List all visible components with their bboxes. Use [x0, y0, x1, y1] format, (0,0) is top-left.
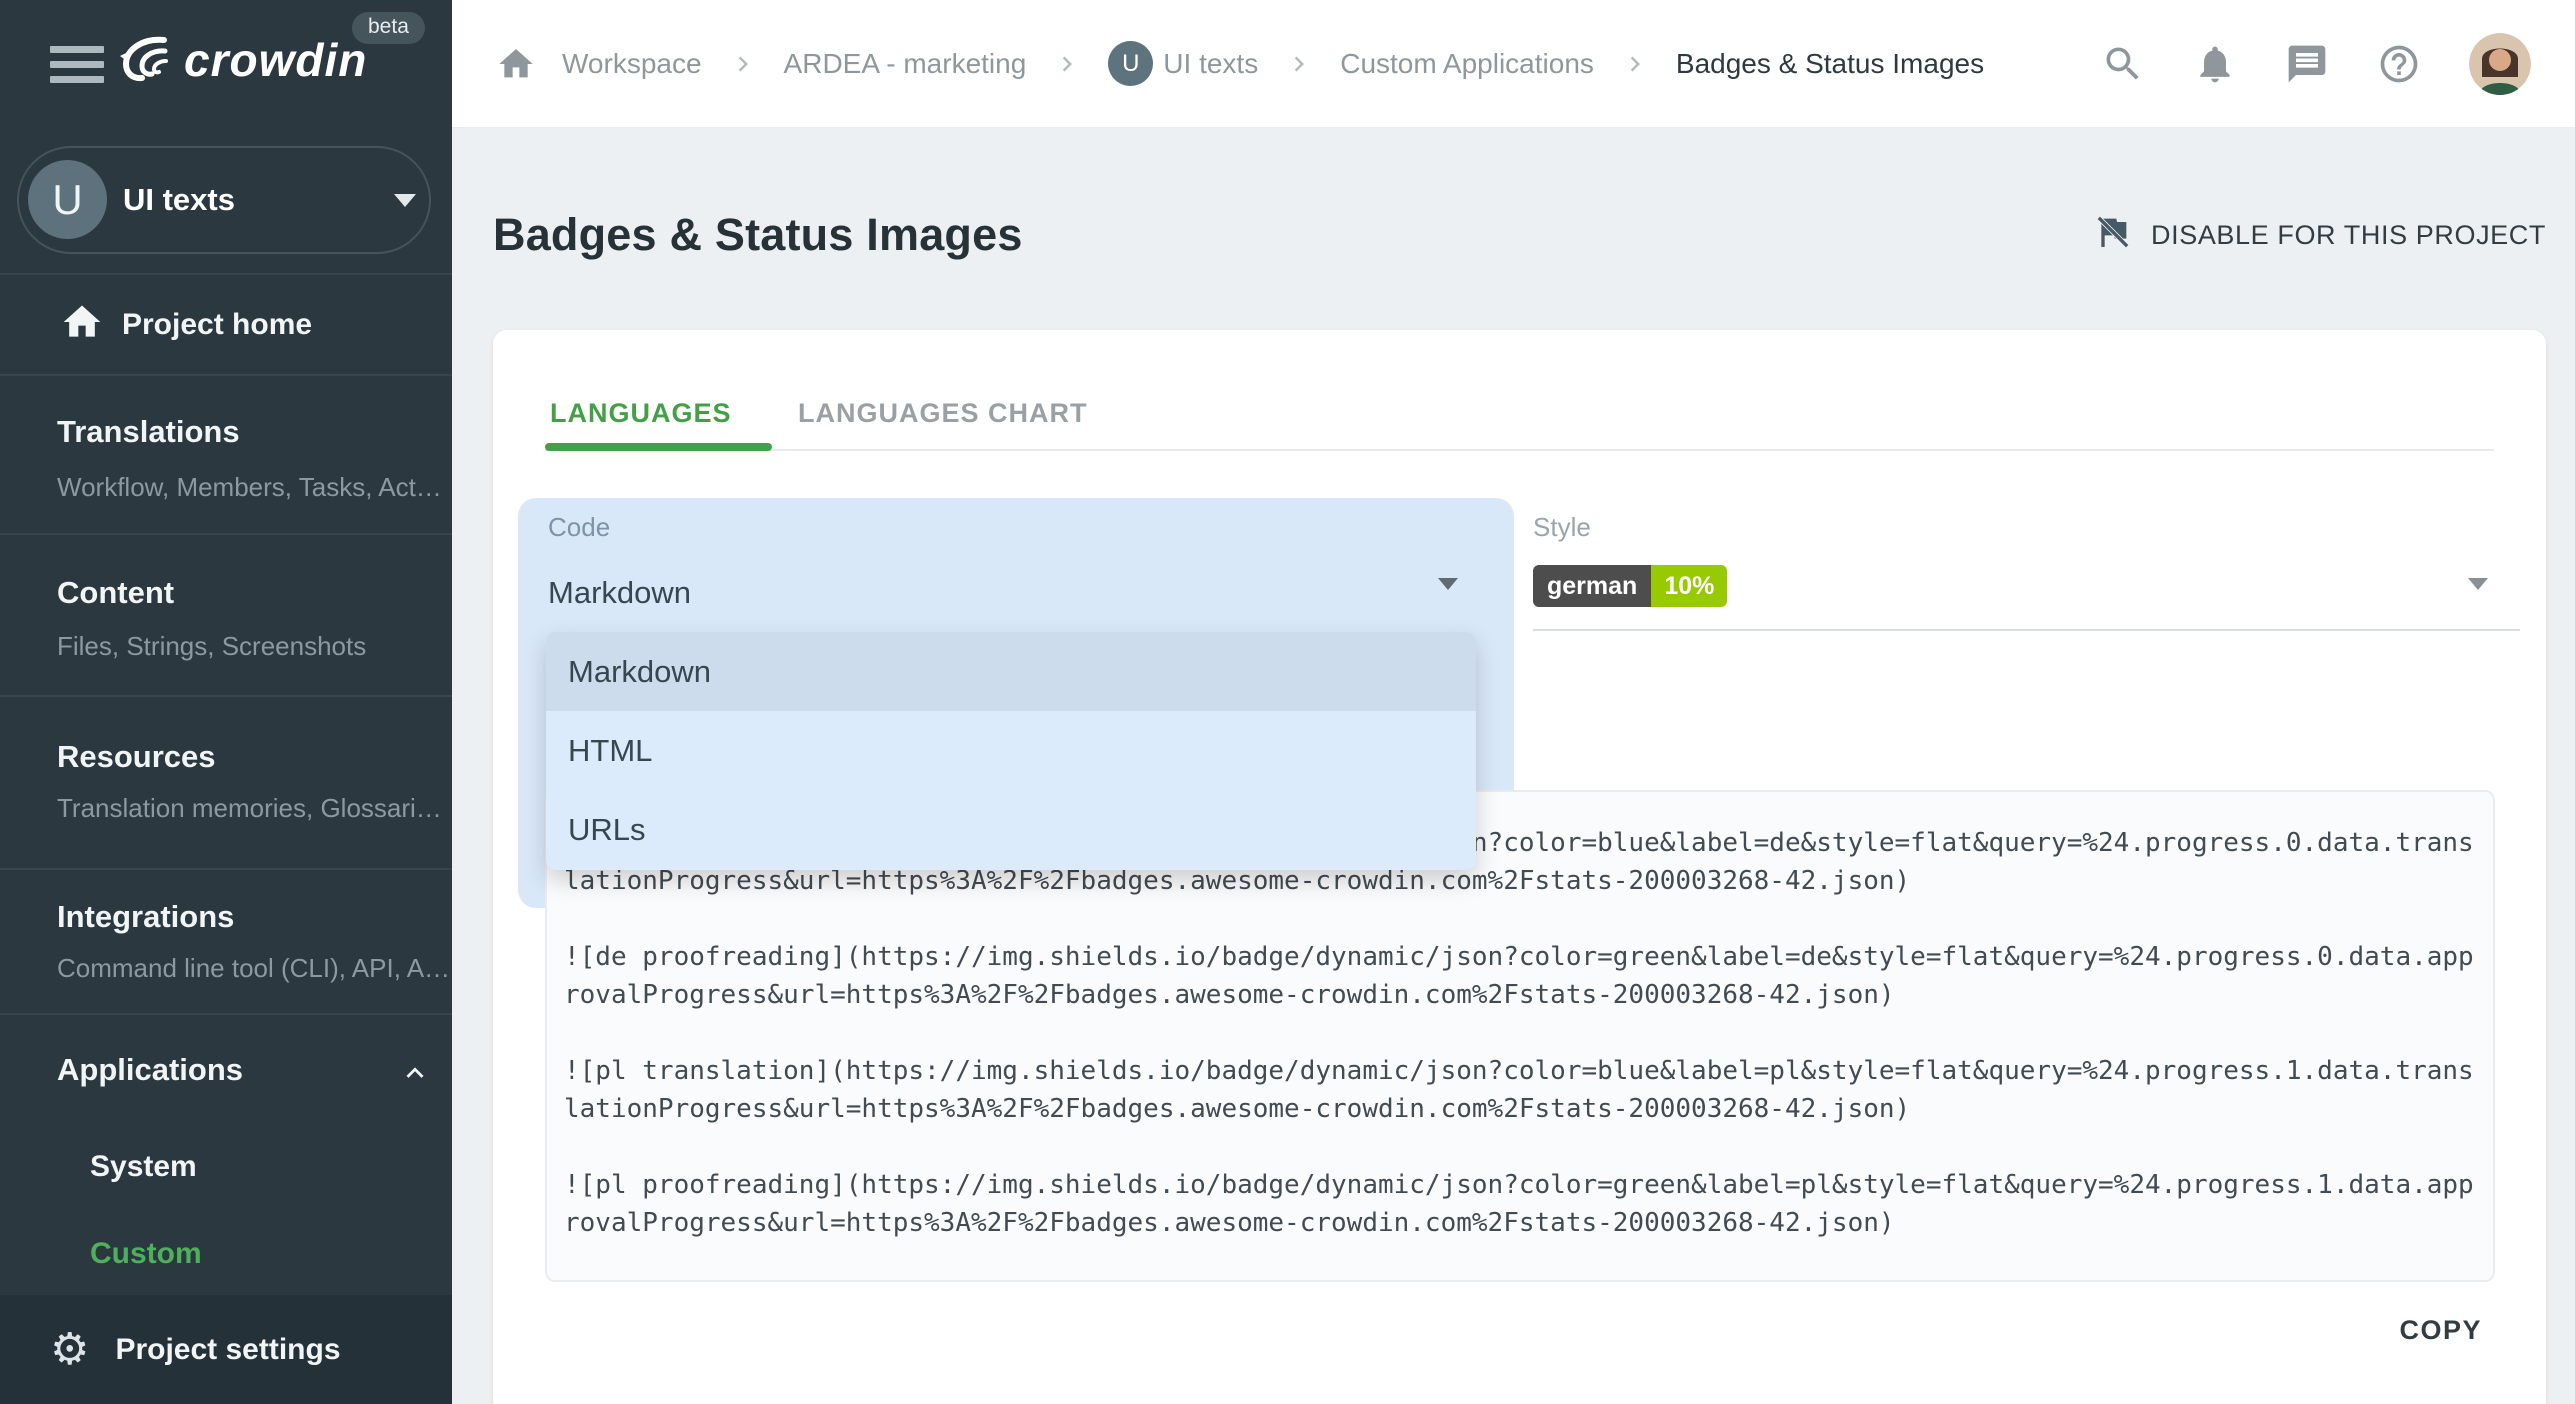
style-select[interactable]: Style [1533, 512, 1591, 543]
code-snippet: ![pl proofreading](https://img.shields.i… [564, 1166, 2493, 1242]
sidebar: crowdin beta U UI texts Project home Tra… [0, 0, 452, 1404]
sidebar-item-project-settings[interactable]: ⚙ Project settings [0, 1295, 452, 1404]
badge-language-label: german [1533, 565, 1651, 607]
section-subtitle: Workflow, Members, Tasks, Act… [57, 472, 442, 503]
breadcrumb: Workspace ARDEA - marketing U UI texts C… [496, 41, 2101, 86]
style-select-caret-icon[interactable] [2468, 578, 2488, 590]
code-snippet: ![de proofreading](https://img.shields.i… [564, 938, 2493, 1014]
section-title: Integrations [57, 899, 234, 935]
beta-badge: beta [352, 12, 425, 44]
sidebar-divider [0, 1013, 452, 1015]
tab-languages[interactable]: LANGUAGES [550, 398, 732, 429]
tabs-divider [545, 449, 2494, 451]
hamburger-menu-icon[interactable] [50, 46, 104, 84]
badges-card: LANGUAGES LANGUAGES CHART Code Markdown … [493, 330, 2546, 1404]
section-title: Resources [57, 739, 216, 775]
gear-icon: ⚙ [50, 1328, 89, 1372]
crowdin-logo[interactable]: crowdin [112, 26, 367, 93]
sidebar-item-label: Project home [122, 308, 312, 342]
project-avatar: U [28, 160, 107, 239]
section-subtitle: Files, Strings, Screenshots [57, 631, 366, 662]
style-badge-preview: german 10% [1533, 565, 1727, 607]
sidebar-item-integrations[interactable] [0, 870, 452, 1013]
messages-chat-icon[interactable] [2285, 42, 2329, 86]
disable-for-project-button[interactable]: DISABLE FOR THIS PROJECT [2093, 212, 2546, 259]
home-icon [60, 300, 104, 349]
dropdown-option-urls[interactable]: URLs [546, 790, 1476, 869]
code-line: ![de proofreading](https://img.shields.i… [564, 938, 2493, 976]
crowdin-logo-mark-icon [112, 26, 174, 93]
page-title: Badges & Status Images [493, 209, 1023, 261]
section-title: Applications [57, 1052, 243, 1088]
code-select-dropdown-menu: Markdown HTML URLs [546, 632, 1476, 870]
code-line: ![pl translation](https://img.shields.io… [564, 1052, 2493, 1090]
project-switcher-caret-icon [394, 194, 416, 207]
top-header: Workspace ARDEA - marketing U UI texts C… [452, 0, 2575, 128]
page-head: Badges & Status Images DISABLE FOR THIS … [493, 170, 2546, 300]
chevron-right-icon [1284, 49, 1314, 79]
breadcrumb-item-project[interactable]: ARDEA - marketing [784, 48, 1027, 80]
flag-off-icon [2093, 212, 2133, 259]
section-title: Translations [57, 414, 240, 450]
breadcrumb-item-current: Badges & Status Images [1676, 48, 1984, 80]
code-select-label: Code [548, 512, 691, 543]
chevron-up-icon [398, 1056, 432, 1095]
project-avatar: U [1108, 41, 1153, 86]
project-name: UI texts [123, 146, 235, 254]
code-select-value: Markdown [548, 575, 691, 611]
sidebar-item-label: Project settings [115, 1333, 340, 1367]
code-select[interactable]: Code Markdown [548, 512, 691, 611]
code-line: rovalProgress&url=https%3A%2F%2Fbadges.a… [564, 976, 2493, 1014]
user-avatar[interactable] [2469, 33, 2531, 95]
code-line: rovalProgress&url=https%3A%2F%2Fbadges.a… [564, 1204, 2493, 1242]
breadcrumb-item-workspace[interactable]: Workspace [562, 48, 702, 80]
breadcrumb-item-label: UI texts [1163, 48, 1258, 80]
chevron-right-icon [1052, 49, 1082, 79]
sidebar-item-content[interactable] [0, 535, 452, 695]
chevron-right-icon [1620, 49, 1650, 79]
notifications-bell-icon[interactable] [2193, 42, 2237, 86]
search-icon[interactable] [2101, 42, 2145, 86]
code-line: ![pl proofreading](https://img.shields.i… [564, 1166, 2493, 1204]
sidebar-item-system[interactable]: System [90, 1150, 197, 1184]
section-title: Content [57, 575, 174, 611]
code-line: lationProgress&url=https%3A%2F%2Fbadges.… [564, 1090, 2493, 1128]
style-select-label: Style [1533, 512, 1591, 543]
section-subtitle: Command line tool (CLI), API, A… [57, 953, 450, 984]
style-select-underline [1533, 629, 2520, 631]
badge-progress-value: 10% [1651, 565, 1727, 607]
sidebar-item-custom[interactable]: Custom [90, 1237, 202, 1271]
chevron-right-icon [728, 49, 758, 79]
section-subtitle: Translation memories, Glossari… [57, 793, 442, 824]
code-select-caret-icon[interactable] [1438, 578, 1458, 590]
active-tab-indicator [545, 443, 772, 451]
code-snippet: ![pl translation](https://img.shields.io… [564, 1052, 2493, 1128]
breadcrumb-item-ui-texts[interactable]: U UI texts [1108, 41, 1258, 86]
copy-button[interactable]: COPY [2399, 1315, 2482, 1346]
dropdown-option-markdown[interactable]: Markdown [546, 632, 1476, 711]
sidebar-item-resources[interactable] [0, 697, 452, 868]
help-icon[interactable] [2377, 42, 2421, 86]
breadcrumb-home-icon[interactable] [496, 44, 536, 84]
breadcrumb-item-custom-applications[interactable]: Custom Applications [1340, 48, 1594, 80]
disable-button-label: DISABLE FOR THIS PROJECT [2151, 220, 2546, 251]
sidebar-divider [0, 273, 452, 275]
dropdown-option-html[interactable]: HTML [546, 711, 1476, 790]
sidebar-item-translations[interactable] [0, 376, 452, 533]
crowdin-wordmark: crowdin [184, 33, 367, 87]
tab-languages-chart[interactable]: LANGUAGES CHART [798, 398, 1088, 429]
